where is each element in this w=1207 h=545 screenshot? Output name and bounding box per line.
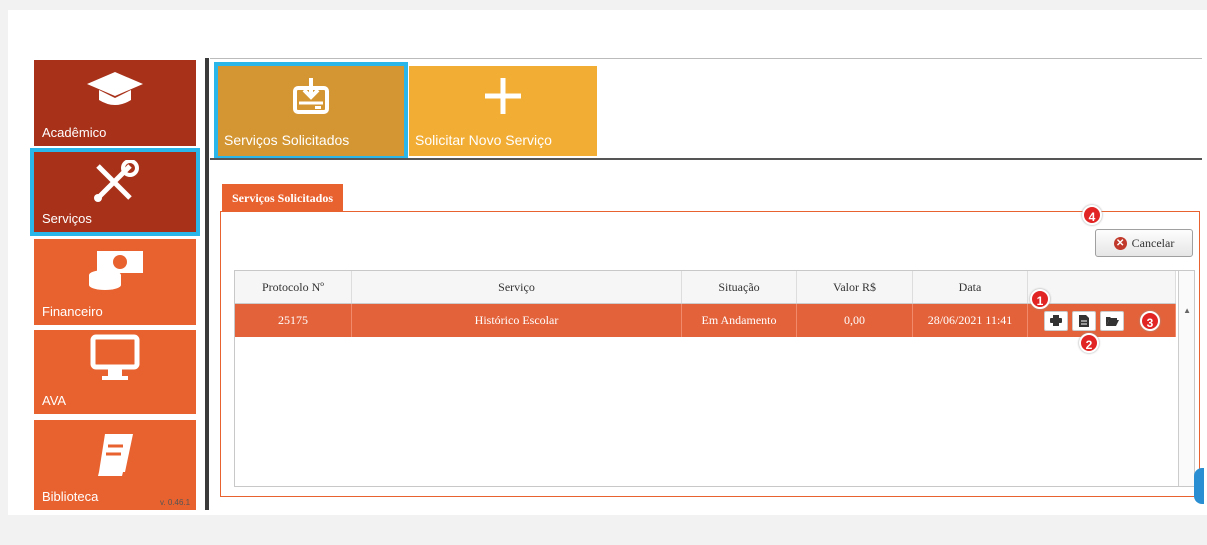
cell-servico: Histórico Escolar [352,304,682,337]
annotation-marker-1: 1 [1030,289,1050,309]
sidebar-item-label: Serviços [42,211,92,226]
scroll-up-arrow-icon[interactable]: ▲ [1183,306,1191,315]
annotation-marker-4: 4 [1082,205,1102,225]
sidebar-item-label: Acadêmico [42,125,107,140]
tools-icon [94,160,139,202]
tab-servicos-solicitados[interactable]: Serviços Solicitados [222,184,343,212]
cell-protocolo: 25175 [235,304,352,337]
cancel-icon: ✕ [1113,236,1127,250]
sidebar-divider [205,58,209,510]
column-header-situacao[interactable]: Situação [682,271,797,303]
inbox-download-icon [293,78,329,114]
folder-open-icon [1105,316,1119,326]
annotation-marker-2: 2 [1079,333,1099,353]
graduation-cap-icon [87,72,143,105]
money-icon [89,251,143,290]
toolbar-divider [210,158,1202,160]
monitor-icon [90,334,140,380]
tile-label: Solicitar Novo Serviço [415,132,552,148]
sidebar-item-biblioteca[interactable]: Biblioteca [34,420,196,510]
sidebar-item-academico[interactable]: Acadêmico [34,60,196,146]
cell-valor: 0,00 [797,304,913,337]
sidebar-item-label: Financeiro [42,304,103,319]
folder-button[interactable] [1100,310,1124,331]
print-icon [1050,315,1062,326]
chat-widget-tab[interactable] [1194,468,1204,504]
sidebar-item-label: AVA [42,393,67,408]
sidebar-item-label: Biblioteca [42,489,99,504]
plus-icon [485,78,521,114]
document-icon [1079,314,1089,327]
tile-solicitar-novo-servico[interactable]: Solicitar Novo Serviço [409,66,597,156]
sidebar-item-ava[interactable]: AVA [34,330,196,414]
version-text: v. 0.46.1 [160,498,191,507]
cell-data: 28/06/2021 11:41 [913,304,1028,337]
sidebar-item-financeiro[interactable]: Financeiro [34,239,196,325]
annotation-marker-3: 3 [1140,311,1160,331]
cell-situacao: Em Andamento [682,304,797,337]
tile-label: Serviços Solicitados [224,132,350,148]
table-scrollbar[interactable] [1178,271,1194,486]
column-header-protocolo[interactable]: Protocolo Nº [235,271,352,303]
cancel-button[interactable]: ✕ Cancelar [1095,229,1193,257]
column-header-data[interactable]: Data [913,271,1028,303]
top-divider [210,58,1202,59]
print-button[interactable] [1044,310,1068,331]
column-header-actions [1028,271,1176,303]
document-button[interactable] [1072,310,1096,331]
column-header-valor[interactable]: Valor R$ [797,271,913,303]
tile-servicos-solicitados[interactable]: Serviços Solicitados [214,62,408,160]
column-header-servico[interactable]: Serviço [352,271,682,303]
sidebar-item-servicos[interactable]: Serviços [30,148,200,236]
table-row[interactable]: 25175 Histórico Escolar Em Andamento 0,0… [235,304,1176,337]
cancel-label: Cancelar [1131,235,1175,250]
book-icon [98,434,133,476]
services-table: Protocolo Nº Serviço Situação Valor R$ D… [234,270,1195,487]
